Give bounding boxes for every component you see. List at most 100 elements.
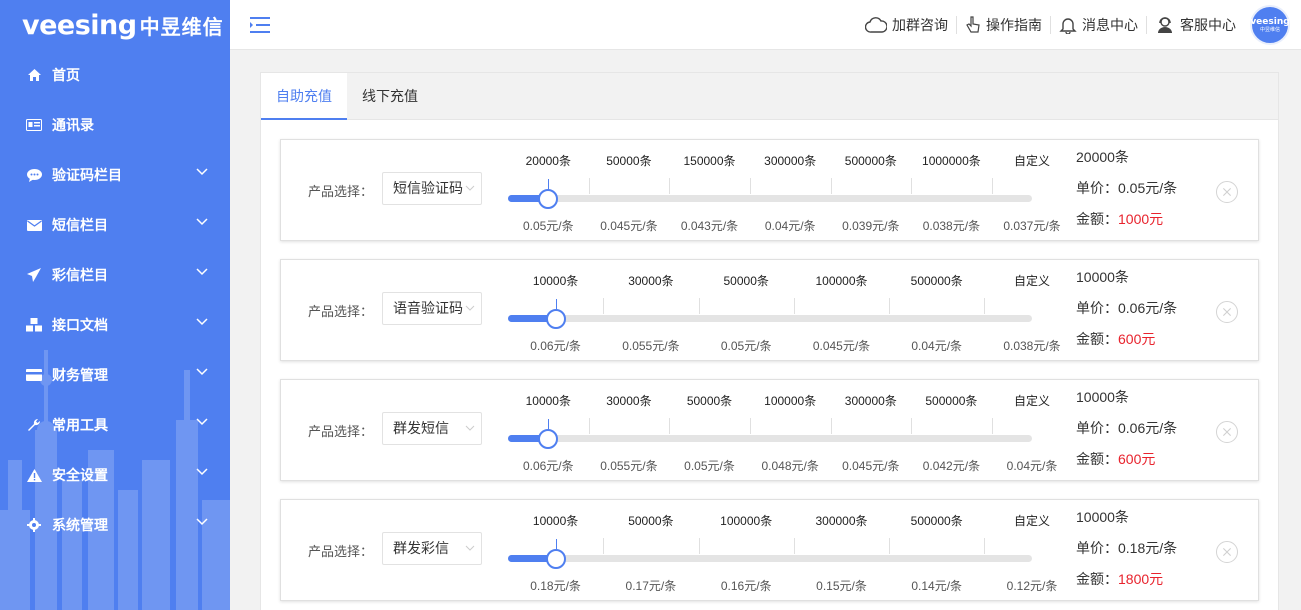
order-summary: 10000条 单价：0.06元/条 金额：600元 <box>1076 269 1177 362</box>
quantity-option[interactable]: 500000条 <box>911 512 963 529</box>
sidebar-item-sms[interactable]: 短信栏目 <box>0 200 230 250</box>
quantity-option[interactable]: 自定义 <box>1014 512 1050 529</box>
quantity-option[interactable]: 10000条 <box>526 392 571 409</box>
tab-offline-recharge[interactable]: 线下充值 <box>347 73 433 120</box>
product-card: 产品选择： 群发彩信 10000条 50000条 100000条 300000条 50000… <box>280 499 1259 601</box>
quantity-slider[interactable] <box>508 419 1032 449</box>
quantity-option[interactable]: 50000条 <box>628 512 673 529</box>
sidebar-item-mms[interactable]: 彩信栏目 <box>0 250 230 300</box>
chevron-down-icon <box>196 218 208 226</box>
total-amount-value: 1000元 <box>1118 211 1164 227</box>
price-option: 0.045元/条 <box>842 459 900 473</box>
sidebar-item-finance[interactable]: 财务管理 <box>0 350 230 400</box>
quantity-option[interactable]: 自定义 <box>1014 152 1050 169</box>
quantity-option[interactable]: 20000条 <box>526 152 571 169</box>
join-group-consult-link[interactable]: 加群咨询 <box>857 16 957 34</box>
user-avatar[interactable]: veesing 中昱维信 <box>1250 5 1290 45</box>
total-amount-label: 金额： <box>1076 211 1118 227</box>
quantity-option[interactable]: 30000条 <box>606 392 651 409</box>
operation-guide-link[interactable]: 操作指南 <box>957 16 1051 34</box>
quantity-option[interactable]: 10000条 <box>533 512 578 529</box>
selected-count: 10000条 <box>1076 269 1129 285</box>
price-option: 0.05元/条 <box>684 459 735 473</box>
slider-tick <box>603 538 605 554</box>
sidebar-item-api-docs[interactable]: 接口文档 <box>0 300 230 350</box>
unit-price: 单价：0.06元/条 <box>1076 420 1178 436</box>
quantity-option[interactable]: 300000条 <box>815 512 867 529</box>
sidebar: veesing 中昱维信 首页 通讯录 验证码栏目 短信栏目 彩信栏目 接口文档… <box>0 0 230 610</box>
quantity-option[interactable]: 150000条 <box>683 152 735 169</box>
quantity-option[interactable]: 10000条 <box>533 272 578 289</box>
slider-handle[interactable] <box>538 189 559 209</box>
total-amount-row: 金额：600元 <box>1076 331 1177 362</box>
support-agent-icon <box>1158 17 1172 33</box>
menu-toggle-icon[interactable] <box>248 15 272 35</box>
quantity-option[interactable]: 50000条 <box>606 152 651 169</box>
quantity-option[interactable]: 300000条 <box>845 392 897 409</box>
chevron-down-icon <box>196 418 208 426</box>
quantity-option[interactable]: 500000条 <box>845 152 897 169</box>
sidebar-item-contacts[interactable]: 通讯录 <box>0 100 230 150</box>
quantity-option[interactable]: 100000条 <box>815 272 867 289</box>
remove-card-close-icon[interactable] <box>1216 301 1238 323</box>
price-option: 0.16元/条 <box>720 579 772 593</box>
chevron-down-icon <box>196 368 208 376</box>
quantity-option[interactable]: 100000条 <box>720 512 772 529</box>
customer-service-link[interactable]: 客服中心 <box>1147 16 1244 34</box>
slider-handle[interactable] <box>545 309 566 329</box>
remove-card-close-icon[interactable] <box>1216 541 1238 563</box>
sidebar-item-tools[interactable]: 常用工具 <box>0 400 230 450</box>
sidebar-item-system[interactable]: 系统管理 <box>0 500 230 550</box>
sidebar-item-security[interactable]: 安全设置 <box>0 450 230 500</box>
price-option: 0.15元/条 <box>816 579 867 593</box>
slider-tick <box>669 178 671 194</box>
product-card: 产品选择： 群发短信 10000条 30000条 50000条 100000条 300000… <box>280 379 1259 481</box>
price-option: 0.18元/条 <box>530 579 581 593</box>
quantity-option[interactable]: 500000条 <box>911 272 963 289</box>
quantity-option[interactable]: 50000条 <box>687 392 732 409</box>
price-option: 0.038元/条 <box>922 219 981 233</box>
remove-card-close-icon[interactable] <box>1216 421 1238 443</box>
remove-card-close-icon[interactable] <box>1216 181 1238 203</box>
avatar-logo-latin: veesing <box>1250 17 1290 27</box>
quantity-option[interactable]: 1000000条 <box>922 152 981 169</box>
sidebar-item-label: 接口文档 <box>52 317 108 333</box>
price-option: 0.042元/条 <box>922 459 981 473</box>
quantity-slider[interactable] <box>508 539 1032 569</box>
quantity-option[interactable]: 自定义 <box>1014 272 1050 289</box>
quantity-option[interactable]: 30000条 <box>628 272 673 289</box>
pointer-hand-icon <box>966 16 980 33</box>
contacts-icon <box>26 117 42 133</box>
slider-tick <box>698 298 700 314</box>
slider-tick <box>603 298 605 314</box>
quantity-option[interactable]: 300000条 <box>764 152 816 169</box>
unit-price: 单价：0.18元/条 <box>1076 540 1178 556</box>
slider-handle[interactable] <box>538 429 559 449</box>
quantity-slider[interactable] <box>508 179 1032 209</box>
total-amount-label: 金额： <box>1076 571 1118 587</box>
sidebar-item-home[interactable]: 首页 <box>0 50 230 100</box>
brand-logo[interactable]: veesing 中昱维信 <box>0 0 230 50</box>
slider-tick <box>588 418 590 434</box>
recharge-panel: 自助充值 线下充值 产品选择： 短信验证码 20000条 50000条 150000条 3… <box>260 72 1279 610</box>
quantity-option[interactable]: 50000条 <box>724 272 769 289</box>
join-group-consult-label: 加群咨询 <box>892 17 948 33</box>
quantity-option[interactable]: 500000条 <box>925 392 977 409</box>
slider-handle[interactable] <box>545 549 566 569</box>
quantity-option[interactable]: 自定义 <box>1014 392 1050 409</box>
sidebar-item-label: 彩信栏目 <box>52 267 108 283</box>
tab-self-recharge[interactable]: 自助充值 <box>261 73 347 120</box>
sidebar-item-label: 短信栏目 <box>52 217 108 233</box>
quantity-slider[interactable] <box>508 299 1032 329</box>
slider-tick <box>749 178 751 194</box>
slider-tick <box>991 178 993 194</box>
slider-tick <box>911 178 913 194</box>
message-center-link[interactable]: 消息中心 <box>1051 16 1147 34</box>
price-option: 0.05元/条 <box>522 219 574 233</box>
sidebar-item-verification-code[interactable]: 验证码栏目 <box>0 150 230 200</box>
price-option: 0.045元/条 <box>600 219 658 233</box>
sidebar-item-label: 验证码栏目 <box>52 167 122 183</box>
quantity-option[interactable]: 100000条 <box>764 392 816 409</box>
slider-tick <box>830 178 832 194</box>
total-amount-value: 1800元 <box>1118 571 1164 587</box>
